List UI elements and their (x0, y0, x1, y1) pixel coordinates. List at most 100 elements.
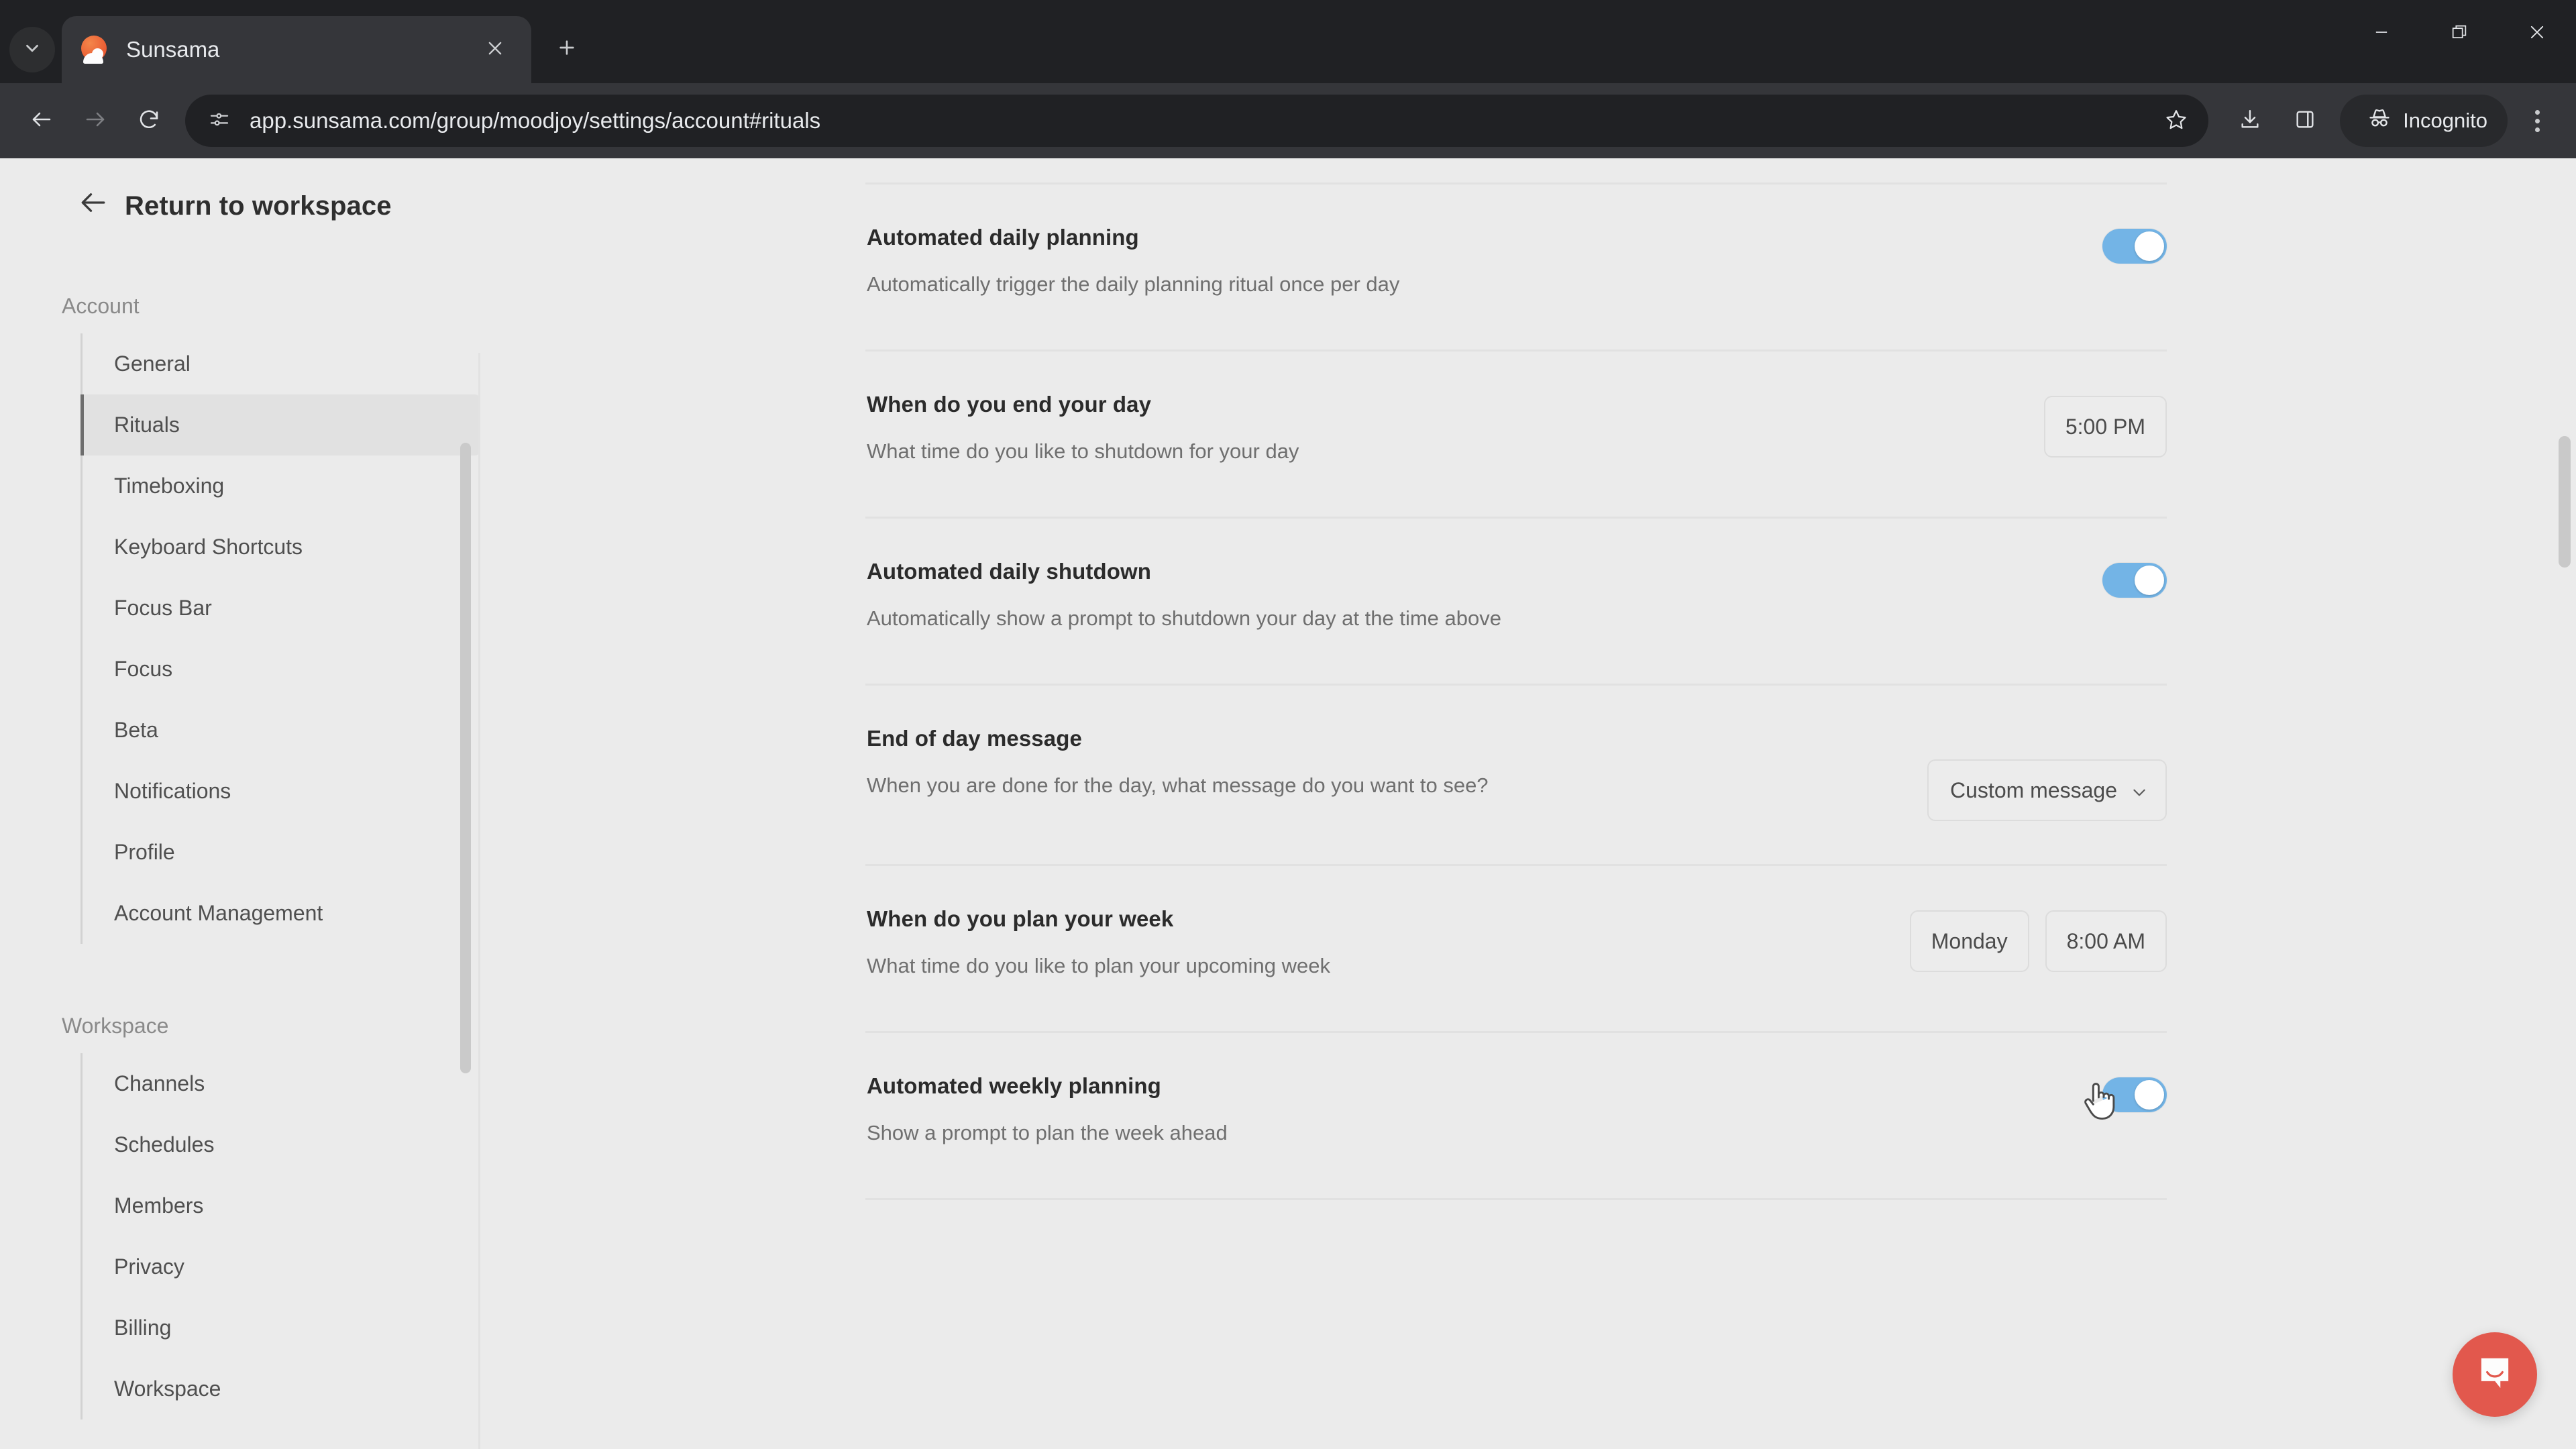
sidebar-item-keyboard-shortcuts[interactable]: Keyboard Shortcuts (83, 517, 480, 578)
sidebar-section-label: Workspace (62, 1014, 169, 1038)
row-title: When do you end your day (867, 392, 1152, 417)
plus-icon (556, 37, 578, 62)
star-icon (2165, 108, 2188, 134)
intercom-launcher-button[interactable] (2453, 1332, 2537, 1417)
close-icon (486, 39, 504, 61)
row-description: What time do you like to shutdown for yo… (867, 439, 1299, 463)
return-to-workspace-link[interactable]: Return to workspace (0, 182, 480, 229)
setting-row-automated-daily-planning: Automated daily planning Automatically t… (865, 184, 2167, 350)
sidebar-item-account-management[interactable]: Account Management (83, 883, 480, 944)
maximize-window-button[interactable] (2420, 0, 2498, 67)
sidebar-item-focus[interactable]: Focus (83, 639, 480, 700)
row-title: Automated weekly planning (867, 1073, 1161, 1098)
setting-row-weekly-planning-time: When do you plan your week What time do … (865, 866, 2167, 1031)
row-description: Automatically show a prompt to shutdown … (867, 606, 1501, 630)
end-of-day-message-dropdown[interactable]: Custom message (1927, 759, 2167, 821)
browser-menu-button[interactable] (2513, 95, 2561, 146)
new-tab-button[interactable] (543, 25, 590, 72)
sidebar-scrollbar-thumb[interactable] (460, 443, 471, 1073)
toggle-automated-daily-shutdown[interactable] (2102, 563, 2167, 598)
close-icon (2528, 23, 2546, 45)
sidebar-item-billing[interactable]: Billing (83, 1297, 480, 1358)
sidebar-item-rituals[interactable]: Rituals (80, 394, 480, 455)
row-description: Automatically trigger the daily planning… (867, 272, 1400, 296)
sidebar-item-general[interactable]: General (83, 333, 480, 394)
setting-row-end-of-day-time: When do you end your day What time do yo… (865, 352, 2167, 517)
settings-list: Automated daily planning Automatically t… (865, 182, 2167, 1200)
row-description: When you are done for the day, what mess… (867, 773, 1489, 797)
weekly-planning-time-button[interactable]: 8:00 AM (2045, 910, 2167, 972)
sidebar-item-profile[interactable]: Profile (83, 822, 480, 883)
sidebar-item-timeboxing[interactable]: Timeboxing (83, 455, 480, 517)
sidebar-item-focus-bar[interactable]: Focus Bar (83, 578, 480, 639)
incognito-indicator[interactable]: Incognito (2340, 95, 2508, 147)
row-text: Automated weekly planning Show a prompt … (865, 1073, 1228, 1150)
row-description: What time do you like to plan your upcom… (867, 954, 1330, 977)
sidebar-item-notifications[interactable]: Notifications (83, 761, 480, 822)
page-viewport: Return to workspace Account General Ritu… (0, 158, 2576, 1449)
sidebar-section-account: Account General Rituals Timeboxing Keybo… (0, 294, 480, 944)
return-to-workspace-label: Return to workspace (125, 191, 392, 221)
reload-icon (137, 107, 161, 135)
site-info-button[interactable] (199, 100, 240, 142)
tab-search-button[interactable] (9, 27, 55, 72)
row-description: Show a prompt to plan the week ahead (867, 1121, 1228, 1144)
sunsama-sun-cloud-icon (79, 34, 110, 65)
sidebar-item-beta[interactable]: Beta (83, 700, 480, 761)
three-dots-vertical-icon (2534, 109, 2540, 132)
toggle-knob (2135, 231, 2164, 261)
close-window-button[interactable] (2498, 0, 2576, 67)
row-text: When do you end your day What time do yo… (865, 392, 1299, 468)
tab-title: Sunsama (126, 37, 220, 62)
side-panel-icon (2294, 108, 2316, 134)
row-control: 5:00 PM (2043, 392, 2167, 458)
back-button[interactable] (15, 94, 68, 148)
sidebar-item-schedules[interactable]: Schedules (83, 1114, 480, 1175)
chevron-down-icon (22, 38, 42, 62)
row-control (2102, 1073, 2167, 1112)
reload-button[interactable] (122, 94, 176, 148)
minimize-window-button[interactable] (2343, 0, 2420, 67)
row-text: When do you plan your week What time do … (865, 906, 1330, 983)
page-scrollbar[interactable] (2553, 158, 2576, 1449)
row-control (2102, 225, 2167, 264)
window-controls (2343, 0, 2576, 67)
weekly-planning-day-button[interactable]: Monday (1909, 910, 2029, 972)
sidebar-nav-group: General Rituals Timeboxing Keyboard Shor… (80, 333, 480, 944)
toggle-automated-daily-planning[interactable] (2102, 229, 2167, 264)
side-panel-button[interactable] (2279, 95, 2330, 146)
sidebar-item-privacy[interactable]: Privacy (83, 1236, 480, 1297)
restore-icon (2450, 23, 2469, 45)
forward-button[interactable] (68, 94, 122, 148)
tab-strip: Sunsama (0, 0, 2576, 83)
download-icon (2239, 108, 2261, 134)
browser-window: Sunsama app.sunsama.com/group/moodjoy/se… (0, 0, 2576, 1449)
minimize-icon (2372, 23, 2391, 45)
row-title: When do you plan your week (867, 906, 1174, 931)
bookmark-button[interactable] (2155, 99, 2198, 142)
downloads-button[interactable] (2224, 95, 2275, 146)
row-title: End of day message (867, 726, 1082, 751)
arrow-left-icon (79, 189, 107, 223)
arrow-right-icon (83, 107, 107, 135)
sidebar-item-channels[interactable]: Channels (83, 1053, 480, 1114)
url-text[interactable]: app.sunsama.com/group/moodjoy/settings/a… (250, 108, 2155, 133)
close-tab-button[interactable] (476, 31, 514, 68)
sidebar-section-workspace: Workspace Channels Schedules Members Pri… (0, 1014, 480, 1419)
address-bar[interactable]: app.sunsama.com/group/moodjoy/settings/a… (185, 95, 2209, 147)
row-text: Automated daily shutdown Automatically s… (865, 559, 1501, 635)
browser-toolbar: app.sunsama.com/group/moodjoy/settings/a… (0, 83, 2576, 158)
row-text: Automated daily planning Automatically t… (865, 225, 1399, 301)
page-info-icon (209, 109, 230, 133)
end-of-day-time-button[interactable]: 5:00 PM (2043, 396, 2167, 458)
chat-bubble-icon (2474, 1352, 2516, 1397)
toggle-automated-weekly-planning[interactable] (2102, 1077, 2167, 1112)
sidebar-item-workspace-management[interactable]: Workspace (83, 1358, 480, 1419)
browser-tab[interactable]: Sunsama (62, 16, 531, 83)
toggle-knob (2135, 1080, 2164, 1110)
setting-row-automated-daily-shutdown: Automated daily shutdown Automatically s… (865, 519, 2167, 684)
page-scrollbar-thumb[interactable] (2559, 436, 2571, 568)
settings-sidebar: Return to workspace Account General Ritu… (0, 158, 480, 1449)
sidebar-item-members[interactable]: Members (83, 1175, 480, 1236)
row-title: Automated daily planning (867, 225, 1139, 250)
